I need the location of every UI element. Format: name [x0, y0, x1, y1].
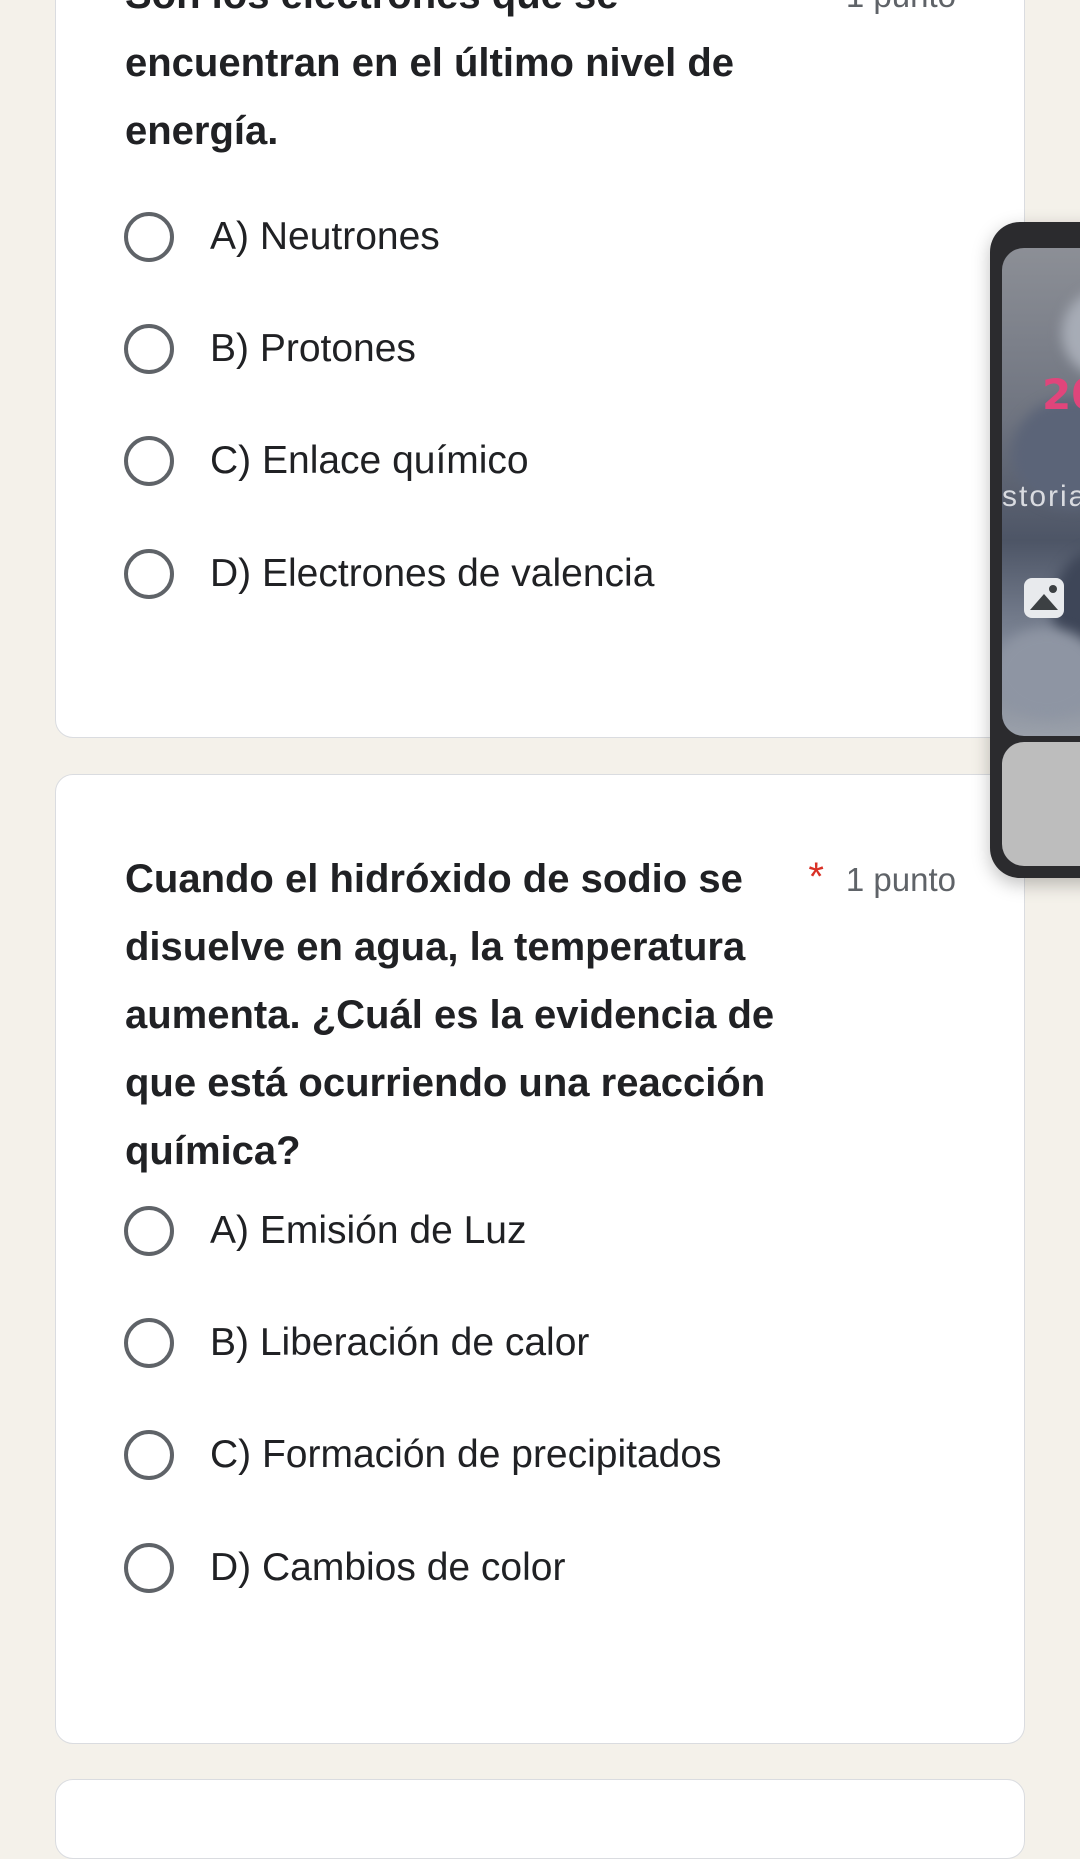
option-a[interactable]: A) Emisión de Luz: [124, 1201, 526, 1261]
question-title: Son los electrones que se encuentran en …: [125, 0, 735, 153]
option-d[interactable]: D) Electrones de valencia: [124, 544, 654, 604]
option-label: C) Formación de precipitados: [210, 1433, 722, 1476]
radio-button[interactable]: [124, 1430, 174, 1480]
question-card-2: Cuando el hidróxido de sodio se disuelve…: [55, 774, 1025, 1744]
story-secondary-panel[interactable]: [1002, 742, 1080, 866]
required-asterisk: *: [808, 0, 824, 16]
story-caption: storia: [1002, 480, 1080, 513]
option-label: A) Emisión de Luz: [210, 1209, 527, 1252]
question-points: 1 punto: [845, 861, 956, 898]
floating-story-widget[interactable]: 20 storia: [990, 222, 1080, 878]
radio-button[interactable]: [124, 1318, 174, 1368]
option-label: A) Neutrones: [210, 215, 440, 258]
image-icon[interactable]: [1024, 578, 1064, 618]
option-d[interactable]: D) Cambios de color: [124, 1538, 565, 1598]
option-c[interactable]: C) Formación de precipitados: [124, 1425, 722, 1485]
radio-button[interactable]: [124, 436, 174, 486]
option-label: B) Liberación de calor: [210, 1321, 590, 1364]
option-b[interactable]: B) Liberación de calor: [124, 1313, 589, 1373]
option-label: B) Protones: [210, 327, 416, 370]
option-c[interactable]: C) Enlace químico: [124, 431, 529, 491]
radio-button[interactable]: [124, 324, 174, 374]
story-thumbnail[interactable]: 20 storia: [1002, 248, 1080, 736]
option-label: C) Enlace químico: [210, 439, 529, 482]
story-badge: 20: [1042, 370, 1080, 419]
radio-button[interactable]: [124, 1543, 174, 1593]
option-b[interactable]: B) Protones: [124, 319, 416, 379]
option-a[interactable]: A) Neutrones: [124, 207, 440, 267]
option-label: D) Electrones de valencia: [210, 552, 655, 595]
option-label: D) Cambios de color: [210, 1546, 566, 1589]
question-card-3: [55, 1779, 1025, 1859]
question-title: Cuando el hidróxido de sodio se disuelve…: [125, 857, 775, 1173]
radio-button[interactable]: [124, 549, 174, 599]
question-points: 1 punto: [846, 0, 956, 15]
required-asterisk: *: [808, 855, 824, 899]
question-card-1: Son los electrones que se encuentran en …: [55, 0, 1025, 738]
radio-button[interactable]: [124, 1206, 174, 1256]
radio-button[interactable]: [124, 212, 174, 262]
